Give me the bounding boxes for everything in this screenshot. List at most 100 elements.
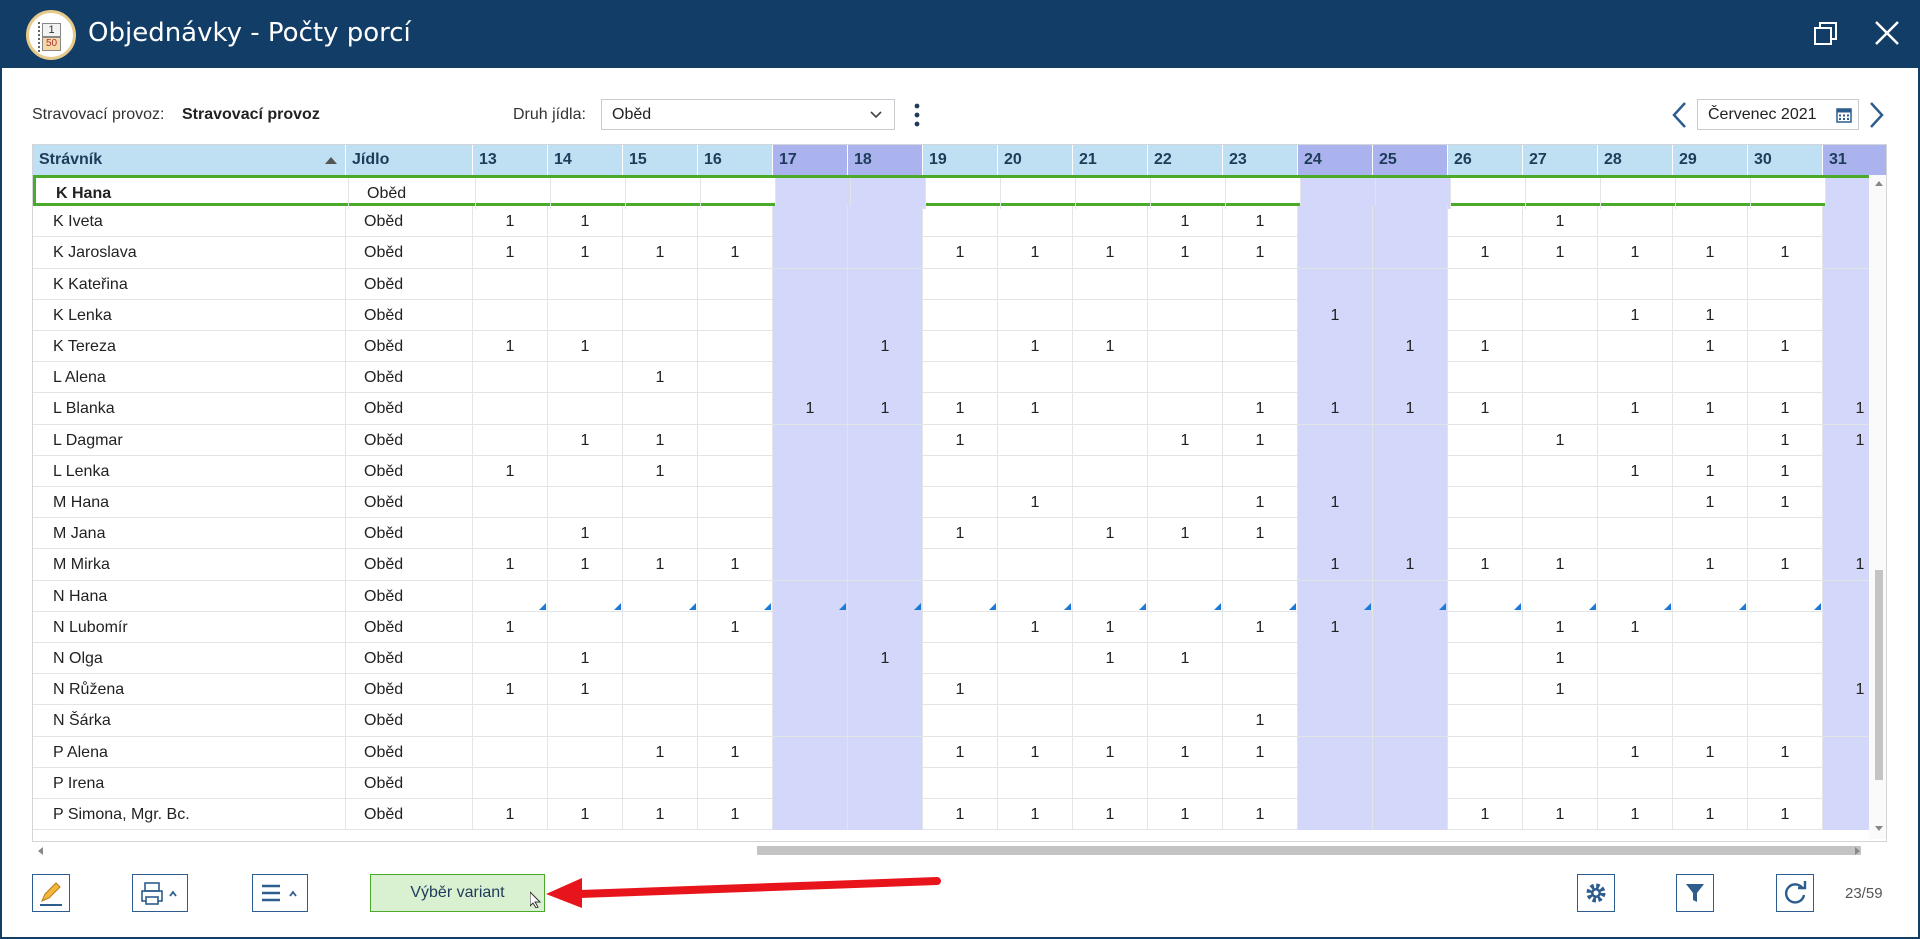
day-cell[interactable]: 1 <box>923 799 998 830</box>
day-cell[interactable]: 1 <box>1448 549 1523 581</box>
day-cell[interactable] <box>473 362 548 394</box>
day-cell[interactable] <box>923 206 998 238</box>
day-cell[interactable] <box>1148 580 1223 612</box>
day-cell[interactable]: 1 <box>1823 393 1869 425</box>
calendar-icon[interactable] <box>1836 107 1852 123</box>
day-cell[interactable] <box>698 331 773 362</box>
day-cell[interactable] <box>923 299 998 331</box>
day-cell[interactable] <box>848 518 923 550</box>
day-cell[interactable] <box>773 674 848 706</box>
day-cell[interactable]: 1 <box>1598 799 1673 830</box>
day-cell[interactable] <box>548 487 623 518</box>
day-cell[interactable]: 1 <box>1748 549 1823 581</box>
day-cell[interactable]: 1 <box>473 455 548 487</box>
edit-button[interactable] <box>32 874 70 912</box>
day-cell[interactable] <box>1598 268 1673 300</box>
table-row[interactable]: K Iveta Oběd 1 1 1 1 1 <box>33 206 1869 238</box>
day-cell[interactable] <box>1148 674 1223 706</box>
day-cell[interactable] <box>1823 362 1869 394</box>
day-cell[interactable]: 1 <box>1598 299 1673 331</box>
table-row[interactable]: P Irena Oběd <box>33 767 1869 799</box>
day-cell[interactable] <box>923 767 998 799</box>
header-day[interactable]: 26 <box>1448 145 1523 175</box>
day-cell[interactable]: 1 <box>1673 799 1748 830</box>
day-cell[interactable] <box>1748 518 1823 550</box>
day-cell[interactable] <box>773 206 848 238</box>
day-cell[interactable] <box>1226 178 1301 209</box>
day-cell[interactable] <box>923 331 998 362</box>
day-cell[interactable]: 1 <box>1298 611 1373 643</box>
day-cell[interactable] <box>1523 487 1598 518</box>
day-cell[interactable] <box>998 580 1073 612</box>
table-row[interactable]: K Jaroslava Oběd 1 1 1 1 1 1 1 1 1 1 1 1 1 1 <box>33 237 1869 269</box>
day-cell[interactable] <box>1673 705 1748 737</box>
day-cell[interactable] <box>1223 549 1298 581</box>
day-cell[interactable] <box>1523 393 1598 425</box>
day-cell[interactable]: 1 <box>1523 799 1598 830</box>
day-cell[interactable] <box>698 268 773 300</box>
day-cell[interactable] <box>548 268 623 300</box>
day-cell[interactable]: 1 <box>1223 393 1298 425</box>
day-cell[interactable] <box>1598 643 1673 674</box>
day-cell[interactable]: 1 <box>1223 518 1298 550</box>
day-cell[interactable] <box>1523 268 1598 300</box>
scroll-up-icon[interactable] <box>1874 179 1884 187</box>
header-day[interactable]: 14 <box>548 145 623 175</box>
day-cell[interactable] <box>1823 268 1869 300</box>
filter-button[interactable] <box>1676 874 1714 912</box>
day-cell[interactable]: 1 <box>473 799 548 830</box>
table-row[interactable]: M Mirka Oběd 1 1 1 1 1 1 1 1 1 1 1 <box>33 549 1869 581</box>
day-cell[interactable]: 1 <box>1673 549 1748 581</box>
table-row[interactable]: M Jana Oběd 1 1 1 1 1 <box>33 518 1869 550</box>
day-cell[interactable] <box>773 424 848 456</box>
day-cell[interactable]: 1 <box>1298 393 1373 425</box>
day-cell[interactable] <box>473 393 548 425</box>
day-cell[interactable]: 1 <box>1073 237 1148 269</box>
day-cell[interactable] <box>1373 674 1448 706</box>
day-cell[interactable] <box>1523 736 1598 768</box>
day-cell[interactable]: 1 <box>998 237 1073 269</box>
day-cell[interactable] <box>1298 455 1373 487</box>
day-cell[interactable] <box>1073 549 1148 581</box>
day-cell[interactable] <box>848 705 923 737</box>
day-cell[interactable] <box>1298 331 1373 362</box>
table-row[interactable]: N Olga Oběd 1 1 1 1 1 <box>33 643 1869 675</box>
day-cell[interactable]: 1 <box>923 674 998 706</box>
header-name[interactable]: Strávník <box>33 145 346 175</box>
day-cell[interactable] <box>773 767 848 799</box>
day-cell[interactable]: 1 <box>1823 674 1869 706</box>
day-cell[interactable] <box>773 362 848 394</box>
day-cell[interactable]: 1 <box>1148 518 1223 550</box>
table-row[interactable]: K Kateřina Oběd <box>33 268 1869 300</box>
day-cell[interactable]: 1 <box>998 487 1073 518</box>
day-cell[interactable] <box>1376 178 1451 209</box>
day-cell[interactable] <box>473 705 548 737</box>
day-cell[interactable]: 1 <box>1673 299 1748 331</box>
day-cell[interactable]: 1 <box>473 331 548 362</box>
day-cell[interactable]: 1 <box>1523 674 1598 706</box>
day-cell[interactable]: 1 <box>1223 487 1298 518</box>
day-cell[interactable] <box>773 518 848 550</box>
day-cell[interactable] <box>1673 611 1748 643</box>
day-cell[interactable]: 1 <box>1748 331 1823 362</box>
day-cell[interactable] <box>1373 799 1448 830</box>
day-cell[interactable] <box>1373 424 1448 456</box>
day-cell[interactable] <box>1148 331 1223 362</box>
vertical-scroll-thumb[interactable] <box>1875 570 1883 780</box>
day-cell[interactable] <box>1223 455 1298 487</box>
day-cell[interactable] <box>1823 580 1869 612</box>
day-cell[interactable]: 1 <box>848 393 923 425</box>
day-cell[interactable]: 1 <box>1223 424 1298 456</box>
day-cell[interactable] <box>1301 178 1376 209</box>
day-cell[interactable] <box>473 487 548 518</box>
day-cell[interactable]: 1 <box>1448 237 1523 269</box>
day-cell[interactable] <box>1673 580 1748 612</box>
day-cell[interactable] <box>1298 424 1373 456</box>
day-cell[interactable]: 1 <box>1748 393 1823 425</box>
day-cell[interactable] <box>1148 299 1223 331</box>
day-cell[interactable]: 1 <box>1673 237 1748 269</box>
day-cell[interactable] <box>1073 705 1148 737</box>
day-cell[interactable] <box>1373 767 1448 799</box>
day-cell[interactable]: 1 <box>1673 393 1748 425</box>
day-cell[interactable]: 1 <box>1523 643 1598 674</box>
